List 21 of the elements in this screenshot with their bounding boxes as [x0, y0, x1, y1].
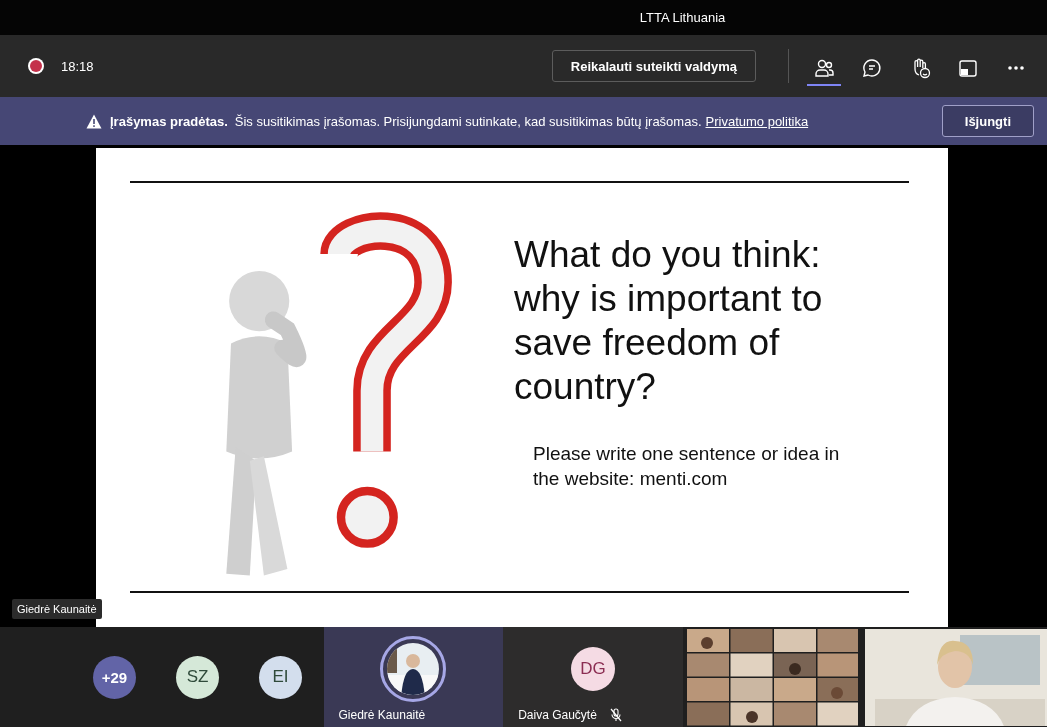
warning-icon: [86, 113, 102, 129]
participant-avatar: SZ: [176, 655, 219, 699]
more-participants-badge[interactable]: +29: [93, 655, 136, 699]
participant-avatar: DG: [570, 647, 615, 691]
privacy-link[interactable]: Privatumo politika: [705, 113, 809, 129]
meeting-timer: 18:18: [61, 58, 94, 74]
banner-title: Įrašymas pradėtas.: [110, 113, 228, 129]
turn-off-button[interactable]: Išjungti: [941, 105, 1034, 137]
meeting-title: LTTA Lithuania: [639, 10, 726, 25]
chat-icon: [861, 57, 883, 79]
participants-icon: [813, 57, 835, 79]
banner-message: Šis susitikimas įrašomas. Prisijungdami sutinkate, kad susitikimas būtų įrašomas.: [234, 113, 702, 129]
share-icon: [957, 57, 979, 79]
more-icon: [1008, 66, 1024, 70]
participant-avatar: EI: [259, 655, 302, 699]
request-control-button[interactable]: Reikalauti suteikti valdymą: [551, 50, 756, 82]
participant-name: Giedrė Kaunaitė: [338, 708, 426, 722]
presenter-name: Giedrė Kaunaitė: [12, 599, 102, 619]
participant-name: Daiva Gaučytė: [518, 708, 597, 722]
slide-heading: What do you think: why is important to save freedom of country?: [514, 233, 824, 409]
slide-text: Please write one sentence or idea in the website: menti.com: [533, 442, 841, 491]
